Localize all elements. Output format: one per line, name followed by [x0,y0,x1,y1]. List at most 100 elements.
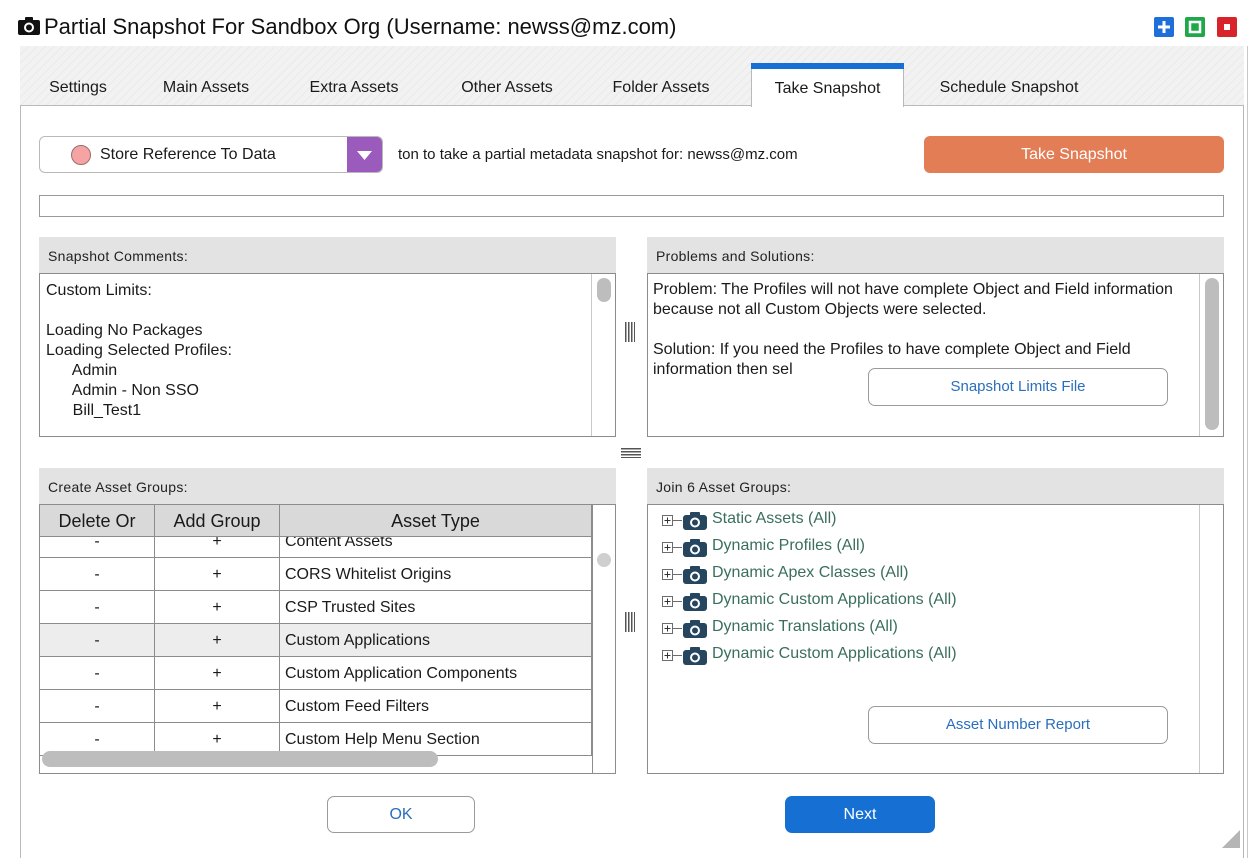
scrollbar-thumb[interactable] [1205,278,1219,430]
tab-settings[interactable]: Settings [40,76,116,106]
add-cell[interactable]: + [155,624,280,657]
camera-icon [682,511,708,531]
asset-type-cell: Custom Application Components [280,657,592,690]
table-row[interactable]: - + Custom Application Components [40,657,592,690]
tab-label: Extra Assets [309,79,399,96]
tab-extra-assets[interactable]: Extra Assets [292,76,416,106]
asset-number-report-button[interactable]: Asset Number Report [868,706,1168,744]
restore-button[interactable] [1185,17,1205,37]
plus-icon [1158,21,1170,33]
asset-type-cell: CORS Whitelist Origins [280,558,592,591]
camera-icon [682,565,708,585]
expand-icon[interactable] [662,596,673,607]
take-snapshot-button[interactable]: Take Snapshot [924,136,1224,173]
expand-icon[interactable] [662,623,673,634]
horizontal-scrollbar-thumb[interactable] [42,751,438,767]
scrollbar-thumb[interactable] [597,278,611,302]
store-reference-dropdown[interactable]: Store Reference To Data [39,136,383,173]
comments-header-label: Snapshot Comments: [48,248,189,264]
snapshot-window: Partial Snapshot For Sandbox Org (Userna… [0,0,1248,858]
maximize-button[interactable] [1154,17,1174,37]
delete-cell[interactable]: - [40,690,155,723]
tree-node-label: Dynamic Apex Classes (All) [712,564,909,581]
add-cell[interactable]: + [155,690,280,723]
table-row[interactable]: - + CSP Trusted Sites [40,591,592,624]
table-row[interactable]: - + CORS Whitelist Origins [40,558,592,591]
delete-cell[interactable]: - [40,558,155,591]
add-cell[interactable]: + [155,591,280,624]
comments-textarea[interactable]: Custom Limits: Loading No Packages Loading… [39,273,616,437]
tab-label: Settings [49,79,107,96]
tree-node-label: Dynamic Translations (All) [712,618,898,635]
tab-main-assets[interactable]: Main Assets [146,76,266,106]
tab-other-assets[interactable]: Other Assets [444,76,570,106]
join-groups-header: Join 6 Asset Groups: [647,468,1224,504]
problems-scrollbar[interactable] [1199,274,1223,436]
tree-node-label: Dynamic Custom Applications (All) [712,591,957,608]
comment-line: Loading Selected Profiles: [46,342,232,359]
vertical-splitter-grip-icon[interactable] [625,322,635,342]
scrollbar-thumb[interactable] [597,553,611,567]
tree-scrollbar[interactable] [1199,505,1223,773]
comment-line: Custom Limits: [46,282,152,299]
delete-cell[interactable]: - [40,624,155,657]
dropdown-toggle[interactable] [347,137,382,172]
camera-icon [682,646,708,666]
expand-icon[interactable] [662,650,673,661]
problems-text: Problem: The Profiles will not have comp… [653,280,1193,380]
column-header-delete[interactable]: Delete Or [40,505,155,537]
next-button[interactable]: Next [785,796,935,833]
add-cell[interactable]: + [155,657,280,690]
tree-connector [673,547,682,548]
expand-icon[interactable] [662,542,673,553]
comments-text: Custom Limits: Loading No Packages Loading… [40,274,615,421]
comment-line: Loading No Packages [46,322,203,339]
table-row[interactable]: - + Custom Feed Filters [40,690,592,723]
column-header-add[interactable]: Add Group [155,505,280,537]
column-header-asset-type[interactable]: Asset Type [280,505,592,537]
snapshot-limits-file-button[interactable]: Snapshot Limits File [868,368,1168,406]
asset-type-cell: Custom Feed Filters [280,690,592,723]
problem-text: Problem: The Profiles will not have comp… [653,281,1173,318]
add-cell[interactable]: + [155,558,280,591]
camera-icon [682,538,708,558]
vertical-splitter-grip-icon[interactable] [625,612,635,632]
comments-scrollbar[interactable] [591,274,615,436]
expand-icon[interactable] [662,569,673,580]
tree-connector [673,574,682,575]
table-right-border [592,505,593,773]
chevron-down-icon [357,151,372,160]
delete-cell[interactable]: - [40,591,155,624]
active-tab-indicator [751,63,904,69]
delete-cell[interactable]: - [40,657,155,690]
tab-bar: Settings Main Assets Extra Assets Other … [20,46,1244,107]
tab-schedule-snapshot[interactable]: Schedule Snapshot [924,76,1094,106]
table-header: Delete Or Add Group Asset Type [40,505,592,537]
tab-label: Other Assets [461,79,553,96]
problems-textarea[interactable]: Problem: The Profiles will not have comp… [647,273,1224,437]
asset-type-cell: CSP Trusted Sites [280,591,592,624]
tab-label: Main Assets [162,79,250,96]
horizontal-splitter-grip-icon[interactable] [621,448,641,458]
expand-icon[interactable] [662,515,673,526]
comment-line: Admin - Non SSO [46,382,199,399]
table-row[interactable]: - + Custom Applications [40,624,592,657]
ok-button[interactable]: OK [327,796,475,833]
tab-take-snapshot[interactable]: Take Snapshot [751,63,904,107]
tab-folder-assets[interactable]: Folder Assets [596,76,726,106]
tree-connector [673,655,682,656]
tree-connector [673,628,682,629]
progress-bar [39,195,1224,217]
tree-connector [673,520,682,521]
title-bar: Partial Snapshot For Sandbox Org (Userna… [0,0,1248,46]
tree-connector [673,601,682,602]
asset-groups-table: - + Content Assets - + CORS Whitelist Orig… [39,504,616,774]
problems-header-label: Problems and Solutions: [656,248,815,264]
comment-line: Admin [46,362,118,379]
close-button[interactable] [1217,17,1237,37]
comments-header: Snapshot Comments: [39,237,616,273]
join-groups-header-label: Join 6 Asset Groups: [656,479,792,495]
camera-icon [18,17,40,35]
resize-grip-icon[interactable] [1218,826,1240,848]
status-dot-icon [71,145,91,165]
